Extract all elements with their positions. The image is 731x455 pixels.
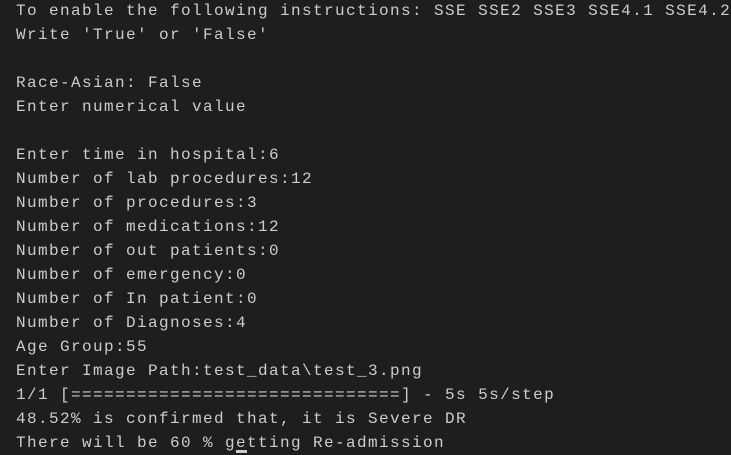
terminal-line: To enable the following instructions: SS… bbox=[16, 2, 731, 20]
terminal-line: Race-Asian: False bbox=[16, 74, 204, 92]
terminal-line: Write 'True' or 'False' bbox=[16, 26, 270, 44]
terminal-line: Number of medications:12 bbox=[16, 218, 281, 236]
terminal-line: Enter numerical value bbox=[16, 98, 248, 116]
terminal-line: Number of out patients:0 bbox=[16, 242, 281, 260]
terminal-line: Number of In patient:0 bbox=[16, 290, 259, 308]
terminal-line: Number of lab procedures:12 bbox=[16, 170, 314, 188]
terminal-line: Number of Diagnoses:4 bbox=[16, 314, 248, 332]
result-line: 48.52% is confirmed that, it is Severe D… bbox=[16, 410, 468, 428]
terminal-line: Age Group:55 bbox=[16, 338, 149, 356]
terminal-line: Number of procedures:3 bbox=[16, 194, 259, 212]
terminal-line: Number of emergency:0 bbox=[16, 266, 248, 284]
text-cursor bbox=[236, 450, 247, 453]
terminal-output[interactable]: To enable the following instructions: SS… bbox=[16, 0, 731, 455]
terminal-line: Enter time in hospital:6 bbox=[16, 146, 281, 164]
result-line: There will be 60 % getting Re-admission bbox=[16, 434, 446, 452]
progress-line: 1/1 [==============================] - 5… bbox=[16, 386, 556, 404]
terminal-line: Enter Image Path:test_data\test_3.png bbox=[16, 362, 424, 380]
